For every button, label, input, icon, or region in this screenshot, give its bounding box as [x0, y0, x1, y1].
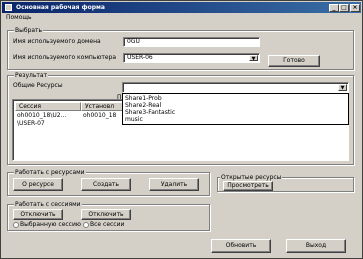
- all-sessions-radio[interactable]: [83, 222, 89, 228]
- table-cell: \USER-07: [17, 120, 45, 127]
- shared-resources-dropdown-list[interactable]: Share1-Prob Share2-Real Share3-Fantastic…: [122, 93, 349, 125]
- selected-session-label: Выбранную сессию: [20, 221, 81, 228]
- sessions-group-title: Работать с сессиями: [14, 201, 82, 208]
- shared-resources-select[interactable]: ▼: [122, 82, 349, 93]
- window-title: Основная рабочая форма: [16, 4, 105, 11]
- dropdown-option[interactable]: Share1-Prob: [125, 95, 162, 102]
- domain-label: Имя используемого домена: [13, 38, 101, 45]
- title-bar[interactable]: Основная рабочая форма _ □ ×: [2, 2, 361, 13]
- delete-resource-button[interactable]: Удалить: [149, 178, 199, 191]
- selected-session-radio[interactable]: [13, 222, 19, 228]
- maximize-button[interactable]: □: [339, 4, 349, 12]
- menu-bar: Помощь: [2, 13, 361, 23]
- refresh-button[interactable]: Обновить: [211, 239, 271, 253]
- result-group-title: Результат: [14, 72, 49, 79]
- table-cell: oh0010_18\U2...: [17, 112, 67, 119]
- dropdown-option[interactable]: Share2-Real: [125, 102, 161, 109]
- computer-value: USER-06: [127, 54, 153, 61]
- main-window: Основная рабочая форма _ □ × Помощь Выбр…: [0, 0, 363, 259]
- all-sessions-label: Все сессии: [90, 221, 125, 228]
- exit-button[interactable]: Выход: [286, 239, 346, 253]
- chevron-down-icon[interactable]: ▼: [338, 84, 347, 91]
- close-button[interactable]: ×: [350, 4, 360, 12]
- shared-resources-label: Общие Ресурсы: [13, 82, 63, 89]
- about-resource-button[interactable]: О ресурсе: [13, 178, 63, 191]
- view-open-resources-button[interactable]: Просмотреть: [223, 181, 273, 191]
- computer-label: Имя используемого компьютера: [13, 54, 117, 61]
- domain-input[interactable]: 0GU: [123, 37, 260, 47]
- dropdown-option[interactable]: music: [125, 116, 143, 123]
- app-icon: [5, 4, 12, 11]
- select-group-title: Выбрать: [14, 27, 44, 34]
- dropdown-option[interactable]: Share3-Fantastic: [125, 109, 175, 116]
- computer-select[interactable]: USER-06 ▼: [123, 53, 260, 63]
- disconnect-session-button[interactable]: Отключить: [13, 209, 63, 220]
- resources-group-title: Работать с ресурсами: [14, 169, 86, 176]
- column-header-established[interactable]: Установл: [81, 102, 125, 111]
- open-resources-group-title: Открытые ресурсы: [220, 174, 283, 181]
- ok-button[interactable]: Готово: [268, 55, 320, 67]
- chevron-down-icon[interactable]: ▼: [249, 55, 258, 62]
- minimize-button[interactable]: _: [329, 4, 339, 12]
- create-resource-button[interactable]: Создать: [81, 178, 131, 191]
- menu-help[interactable]: Помощь: [6, 13, 32, 23]
- disconnect-all-button[interactable]: Отключить: [81, 209, 131, 220]
- column-header-session[interactable]: Сессия: [15, 102, 81, 111]
- table-cell: oh0010_18: [83, 112, 117, 119]
